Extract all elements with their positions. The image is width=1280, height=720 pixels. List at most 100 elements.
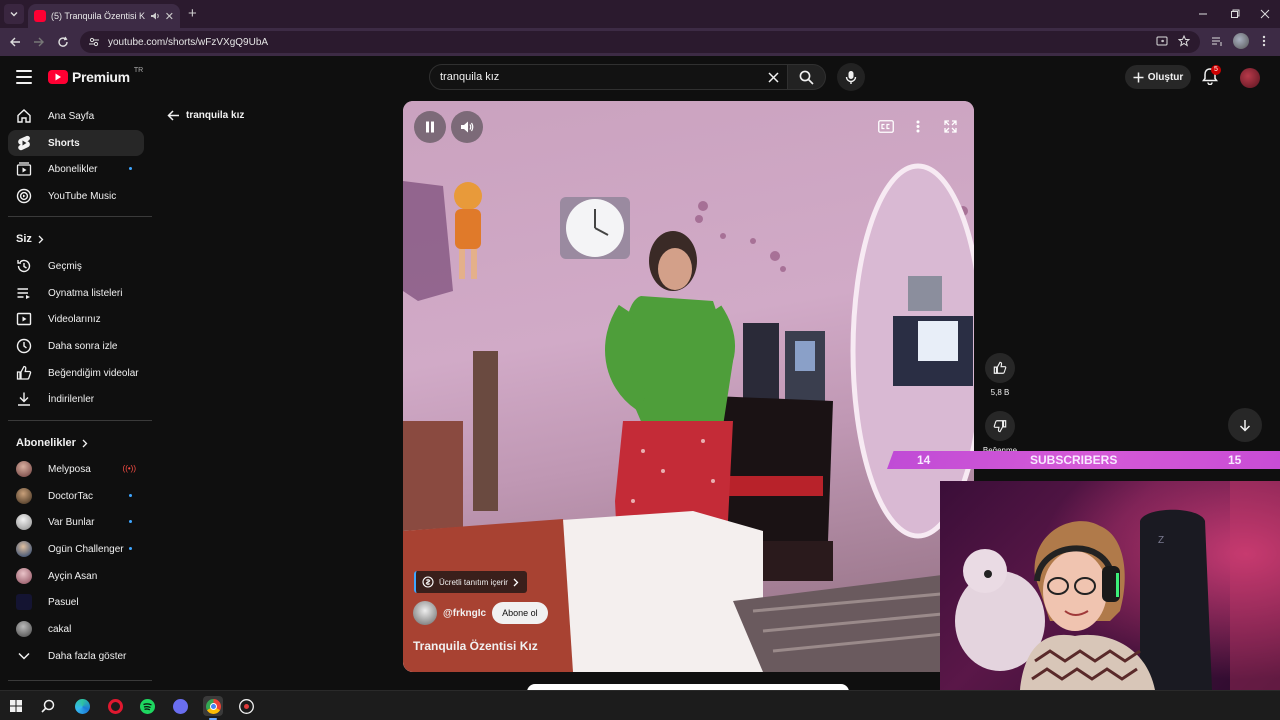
- pause-button[interactable]: [414, 111, 446, 143]
- sidebar-item-label: YouTube Music: [48, 190, 117, 202]
- avatar: [16, 594, 32, 610]
- next-short-button[interactable]: [1228, 408, 1262, 442]
- channel-name[interactable]: @frkngIc: [443, 608, 486, 619]
- tab-search-button[interactable]: [4, 4, 24, 24]
- cast-icon[interactable]: [1156, 35, 1168, 47]
- new-content-dot: [129, 494, 132, 497]
- sidebar-item-playlists[interactable]: Oynatma listeleri: [8, 280, 144, 306]
- sidebar-item-label: Ana Sayfa: [48, 110, 95, 122]
- chrome-icon: [205, 698, 221, 714]
- section-title: Siz: [16, 233, 32, 245]
- windows-taskbar: [0, 690, 1280, 720]
- search-query: tranquila kız: [440, 71, 500, 83]
- paid-promotion-label: Ücretli tanıtım içerir: [439, 577, 508, 587]
- back-button[interactable]: [6, 33, 24, 51]
- media-controls-icon[interactable]: [1211, 35, 1223, 47]
- sidebar-sub-melyposa[interactable]: Melyposa ((•)): [8, 456, 144, 482]
- section-title: Abonelikler: [16, 437, 76, 449]
- site-info-icon[interactable]: [88, 36, 100, 48]
- omnibox[interactable]: youtube.com/shorts/wFzVXgQ9UbA: [80, 31, 1200, 53]
- thumbs-down-icon: [993, 420, 1007, 433]
- sidebar-item-label: Ayçin Asan: [48, 570, 98, 582]
- sidebar-you-header[interactable]: Siz: [16, 233, 44, 245]
- restore-button[interactable]: [1220, 4, 1250, 24]
- sidebar-item-label: DoctorTac: [48, 490, 94, 502]
- search-icon: [41, 699, 55, 713]
- reload-button[interactable]: [54, 33, 72, 51]
- close-window-button[interactable]: [1250, 4, 1280, 24]
- sidebar-sub-pasuel[interactable]: Pasuel: [8, 589, 144, 615]
- audio-playing-icon[interactable]: [150, 11, 160, 21]
- like-button[interactable]: [985, 353, 1015, 383]
- sidebar-item-shorts[interactable]: Shorts: [8, 130, 144, 156]
- streamer-webcam: Z: [940, 481, 1280, 690]
- thumbs-up-icon: [993, 361, 1007, 374]
- taskbar-search-button[interactable]: [38, 696, 58, 716]
- youtube-premium-logo[interactable]: Premium TR: [48, 67, 143, 85]
- sidebar-item-label: Videolarınız: [48, 313, 101, 325]
- search-input[interactable]: tranquila kız: [429, 64, 788, 90]
- spotify-app-button[interactable]: [137, 696, 157, 716]
- subscriber-current: 14: [917, 453, 931, 467]
- sidebar-item-your-videos[interactable]: Videolarınız: [8, 306, 144, 332]
- sidebar-sub-cakal[interactable]: cakal: [8, 616, 144, 642]
- discord-app-button[interactable]: [170, 696, 190, 716]
- search-button[interactable]: [788, 64, 826, 90]
- minimize-button[interactable]: [1188, 4, 1218, 24]
- sidebar-item-home[interactable]: Ana Sayfa: [8, 103, 144, 129]
- opera-app-button[interactable]: [105, 696, 125, 716]
- dislike-button[interactable]: [985, 411, 1015, 441]
- chevron-down-icon: [10, 12, 18, 17]
- sidebar-item-subscriptions[interactable]: Abonelikler: [8, 156, 144, 182]
- sidebar-sub-doctortac[interactable]: DoctorTac: [8, 483, 144, 509]
- volume-button[interactable]: [451, 111, 483, 143]
- new-tab-button[interactable]: +: [188, 5, 197, 22]
- sidebar-item-downloads[interactable]: İndirilenler: [8, 386, 144, 412]
- shorts-video-player[interactable]: Ücretli tanıtım içerir @frkngIc Abone ol…: [403, 101, 974, 672]
- volume-icon: [461, 121, 474, 133]
- avatar: [16, 488, 32, 504]
- obs-app-button[interactable]: [236, 696, 256, 716]
- account-avatar[interactable]: [1240, 68, 1260, 88]
- browser-menu-icon[interactable]: [1262, 35, 1266, 47]
- paid-promotion-badge[interactable]: Ücretli tanıtım içerir: [414, 571, 527, 593]
- avatar: [16, 541, 32, 557]
- tab-close-icon[interactable]: ✕: [165, 10, 174, 23]
- edge-icon: [74, 698, 90, 714]
- sidebar-show-more[interactable]: Daha fazla göster: [8, 643, 144, 669]
- clear-search-icon[interactable]: [759, 71, 787, 83]
- sidebar-sub-aycin-asan[interactable]: Ayçin Asan: [8, 563, 144, 589]
- avatar: [16, 621, 32, 637]
- sidebar-item-watch-later[interactable]: Daha sonra izle: [8, 333, 144, 359]
- sidebar-subscriptions-header[interactable]: Abonelikler: [16, 437, 88, 449]
- captions-icon[interactable]: [878, 120, 894, 133]
- start-button[interactable]: [6, 696, 26, 716]
- sidebar-item-liked-videos[interactable]: Beğendiğim videolar: [8, 360, 144, 386]
- forward-button[interactable]: [30, 33, 48, 51]
- restore-icon: [1231, 9, 1240, 18]
- back-to-results-link[interactable]: tranquila kız: [167, 110, 244, 121]
- bookmark-star-icon[interactable]: [1178, 35, 1190, 47]
- voice-search-button[interactable]: [837, 63, 865, 91]
- sidebar-sub-ogun-challenger[interactable]: Ogün Challenger: [8, 536, 144, 562]
- create-button[interactable]: Oluştur: [1125, 65, 1191, 89]
- subscriber-target: 15: [1228, 453, 1242, 467]
- sidebar-item-label: Geçmiş: [48, 260, 82, 272]
- avatar: [16, 461, 32, 477]
- chair-logo: Z: [1158, 535, 1164, 546]
- notifications-button[interactable]: 5: [1202, 65, 1221, 87]
- channel-avatar[interactable]: [413, 601, 437, 625]
- subscribe-button[interactable]: Abone ol: [492, 602, 548, 624]
- edge-app-button[interactable]: [72, 696, 92, 716]
- video-title[interactable]: Tranquila Özentisi Kız: [413, 639, 538, 653]
- fullscreen-icon[interactable]: [944, 120, 957, 133]
- more-options-icon[interactable]: [916, 120, 920, 133]
- arrow-left-icon: [167, 110, 179, 121]
- guide-menu-icon[interactable]: [16, 70, 32, 84]
- sidebar-item-youtube-music[interactable]: YouTube Music: [8, 183, 144, 209]
- sidebar-sub-var-bunlar[interactable]: Var Bunlar: [8, 509, 144, 535]
- chrome-app-button[interactable]: [203, 696, 223, 720]
- sidebar-item-history[interactable]: Geçmiş: [8, 253, 144, 279]
- profile-avatar-icon[interactable]: [1233, 33, 1249, 49]
- browser-tab-active[interactable]: (5) Tranquila Özentisi Kız - YouTube ✕: [28, 4, 180, 28]
